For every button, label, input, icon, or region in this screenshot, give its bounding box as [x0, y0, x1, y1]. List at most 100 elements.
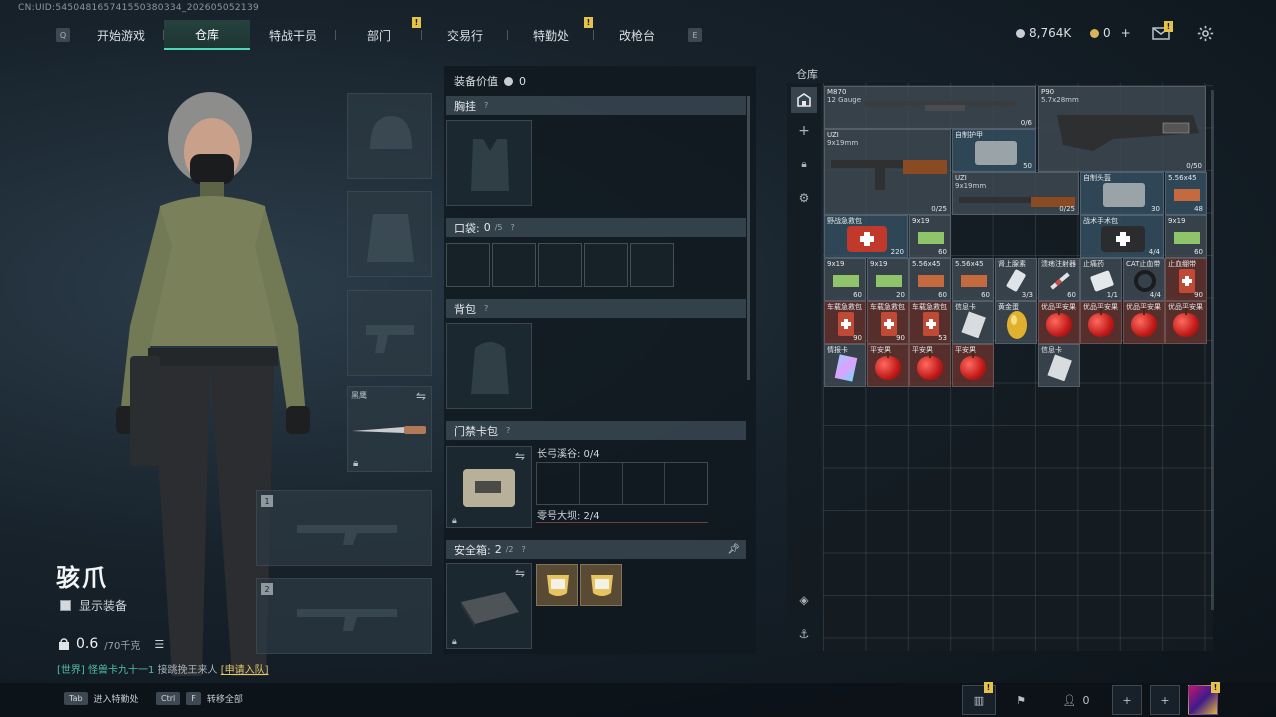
swap-icon[interactable]: ⇋ — [416, 389, 426, 403]
add-currency-button[interactable]: + — [1121, 26, 1131, 40]
item-intel-card[interactable]: 情报卡 — [824, 344, 866, 387]
melee-slot[interactable]: 黑鹰 ⇋ 🔒︎ — [347, 386, 432, 472]
secondary-weapon-slot[interactable]: 2 — [256, 578, 432, 654]
pocket-slot[interactable] — [584, 243, 628, 287]
keycard-cell[interactable] — [537, 463, 580, 504]
safe-box-item-gold-cup[interactable] — [580, 564, 622, 606]
item-ammo-9x19[interactable]: 9x19 60 — [824, 258, 866, 301]
warehouse-scrollbar[interactable] — [1211, 90, 1214, 610]
flag-icon[interactable]: ⚑ — [1004, 685, 1038, 715]
chest-rig-slot[interactable] — [446, 120, 532, 206]
lock-icon[interactable]: 🔒︎ — [787, 159, 821, 170]
item-tactical-surgery-kit[interactable]: 战术手术包 4/4 — [1080, 215, 1164, 258]
item-ammo-9x19[interactable]: 9x19 60 — [909, 215, 951, 258]
gold-currency[interactable]: 0 + — [1090, 26, 1131, 40]
item-premium-apple[interactable]: 优品平安果 — [1123, 301, 1165, 344]
item-adrenaline[interactable]: 肾上腺素 3/3 — [995, 258, 1037, 301]
tab-gunsmith[interactable]: 改枪台 — [594, 20, 680, 50]
safe-box-slot[interactable]: ⇋ 🔒︎ — [446, 563, 532, 649]
team-button[interactable]: 👤︎ 0 — [1056, 685, 1096, 715]
item-cat-tourniquet[interactable]: CAT止血带 4/4 — [1123, 258, 1165, 301]
item-homemade-armor[interactable]: 自制护甲 50 — [952, 129, 1036, 172]
apple-icon — [875, 350, 901, 380]
item-m870[interactable]: M870 12 Gauge 0/6 — [824, 86, 1036, 129]
sort-icon[interactable]: ⚓︎ — [787, 627, 821, 641]
settings-gear-icon[interactable] — [1195, 23, 1215, 43]
item-ammo-9x19[interactable]: 9x19 20 — [867, 258, 909, 301]
item-ammo-556[interactable]: 5.56x45 48 — [1165, 172, 1207, 215]
item-apple[interactable]: 平安果 — [909, 344, 951, 387]
item-golden-egg[interactable]: 黄金蛋 — [995, 301, 1037, 344]
armor-slot[interactable] — [347, 191, 432, 277]
item-premium-apple[interactable]: 优品平安果 — [1038, 301, 1080, 344]
item-homemade-helmet[interactable]: 自制头盔 30 — [1080, 172, 1164, 215]
chat-join-link[interactable]: [申请入队] — [221, 665, 269, 676]
item-vehicle-first-aid[interactable]: 车载急救包 90 — [867, 301, 909, 344]
tab-special-ops[interactable]: 特勤处! — [508, 17, 594, 50]
keycard-map-2: 零号大坝: 2/4 — [537, 511, 600, 522]
keycard-grid-1[interactable] — [536, 462, 708, 505]
chat-sender[interactable]: 怪兽卡九十一1 — [88, 665, 154, 676]
item-vehicle-first-aid[interactable]: 车载急救包 90 — [824, 301, 866, 344]
prev-tab-key[interactable]: Q — [56, 28, 70, 42]
keycard-cell[interactable] — [580, 463, 623, 504]
layers-icon[interactable]: ◈ — [787, 593, 821, 607]
item-info-card[interactable]: 信息卡 — [1038, 344, 1080, 387]
backpack-slot[interactable] — [446, 323, 532, 409]
tab-department[interactable]: 部门! — [336, 17, 422, 50]
item-apple[interactable]: 平安果 — [952, 344, 994, 387]
item-field-first-aid[interactable]: 野战急救包 220 — [824, 215, 908, 258]
swap-icon[interactable]: ⇋ — [515, 449, 525, 463]
safe-box-item-gold-cup[interactable] — [536, 564, 578, 606]
item-ammo-556[interactable]: 5.56x45 60 — [952, 258, 994, 301]
invite-slot-button[interactable]: + — [1112, 685, 1142, 715]
tab-trading[interactable]: 交易行 — [422, 20, 508, 50]
pocket-slot[interactable] — [492, 243, 536, 287]
invite-slot-button[interactable]: + — [1150, 685, 1180, 715]
item-uzi[interactable]: UZI 9x19mm 0/25 — [952, 172, 1079, 215]
item-premium-apple[interactable]: 优品平安果 — [1080, 301, 1122, 344]
tab-warehouse[interactable]: 仓库 — [164, 20, 250, 50]
item-info-card[interactable]: 信息卡 — [952, 301, 994, 344]
pin-icon[interactable]: 📌︎ — [727, 544, 740, 555]
pocket-slot[interactable] — [630, 243, 674, 287]
keycard-cell[interactable] — [665, 463, 707, 504]
item-premium-apple[interactable]: 优品平安果 — [1165, 301, 1207, 344]
item-painkillers[interactable]: 止痛药 1/1 — [1080, 258, 1122, 301]
weight-detail-icon[interactable]: ☰ — [154, 638, 164, 651]
primary-weapon-slot[interactable]: 1 — [256, 490, 432, 566]
mail-icon[interactable]: ! — [1151, 21, 1173, 43]
transfer-all-hint[interactable]: Ctrl F 转移全部 — [156, 692, 243, 705]
show-equipment-checkbox[interactable] — [60, 600, 71, 611]
stats-button[interactable]: ▥ ! — [962, 682, 996, 715]
pocket-slot[interactable] — [446, 243, 490, 287]
keycard-cell[interactable] — [623, 463, 666, 504]
item-uzi[interactable]: UZI 9x19mm 0/25 — [824, 129, 951, 215]
item-injector[interactable]: 溃疡注射器 60 — [1038, 258, 1080, 301]
next-tab-key[interactable]: E — [688, 28, 702, 42]
world-chat[interactable]: [世界] 怪兽卡九十一1 接跳挽王来人 [申请入队] — [57, 661, 269, 676]
tab-start-game[interactable]: 开始游戏 — [78, 20, 164, 50]
chest-rig-header: 胸挂? — [446, 96, 746, 115]
swap-icon[interactable]: ⇋ — [515, 566, 525, 580]
item-p90[interactable]: P90 5.7x28mm 0/50 — [1038, 86, 1206, 172]
item-ammo-556[interactable]: 5.56x45 60 — [909, 258, 951, 301]
apple-icon — [1173, 307, 1199, 337]
pistol-slot[interactable] — [347, 290, 432, 376]
warehouse-main-tab-icon[interactable] — [791, 87, 817, 113]
player-avatar[interactable]: ! — [1188, 682, 1220, 715]
add-warehouse-tab-icon[interactable]: + — [787, 123, 821, 139]
show-equipment-toggle[interactable]: 显示装备 — [60, 597, 127, 614]
item-apple[interactable]: 平安果 — [867, 344, 909, 387]
helmet-slot[interactable] — [347, 93, 432, 179]
item-ammo-9x19[interactable]: 9x19 60 — [1165, 215, 1207, 258]
tab-operators[interactable]: 特战干员 — [250, 20, 336, 50]
item-vehicle-first-aid[interactable]: 车载急救包 53 — [909, 301, 951, 344]
pocket-slot[interactable] — [538, 243, 582, 287]
keycard-grid-2[interactable] — [536, 522, 708, 528]
enter-special-ops-hint[interactable]: Tab 进入特勤处 — [64, 692, 139, 705]
gear-icon[interactable]: ⚙︎ — [787, 191, 821, 205]
keycard-case-slot[interactable]: ⇋ 🔒︎ — [446, 446, 532, 528]
loadout-scrollbar[interactable] — [747, 96, 750, 380]
item-hemostatic-bandage[interactable]: 止血绷带 90 — [1165, 258, 1207, 301]
